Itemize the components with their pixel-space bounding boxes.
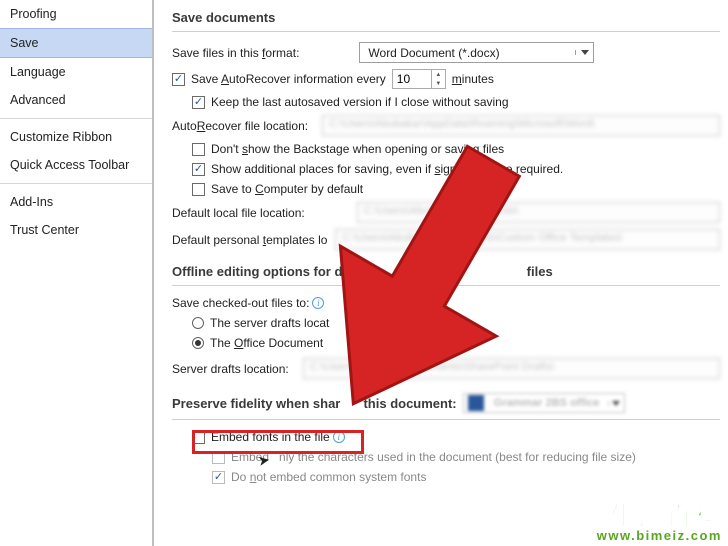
label-default-local-location: Default local file location:	[172, 206, 305, 220]
row-embed-only-used: Embed only the characters used in the do…	[212, 450, 728, 464]
row-no-common-fonts: Do not embed common system fonts	[212, 470, 728, 484]
label-save-format: Save files in this format:	[172, 46, 299, 60]
label-checked-out-to: Save checked-out files to:	[172, 296, 309, 310]
row-embed-fonts: Embed fonts in the file	[192, 430, 728, 444]
nav-item-customize-ribbon[interactable]: Customize Ribbon	[0, 123, 152, 151]
word-icon	[468, 395, 484, 411]
nav-item-label: Language	[10, 65, 66, 79]
row-save-to-computer: Save to Computer by default	[192, 182, 728, 196]
row-additional-places: Show additional places for saving, even …	[192, 162, 728, 176]
nav-item-advanced[interactable]: Advanced	[0, 86, 152, 114]
info-icon[interactable]	[333, 431, 345, 443]
nav-item-label: Save	[10, 36, 39, 50]
label-no-common-fonts: Do not embed common system fonts	[231, 470, 426, 484]
nav-item-quick-access-toolbar[interactable]: Quick Access Toolbar	[0, 151, 152, 179]
label-autorecover: Save AutoRecover information every	[191, 72, 386, 86]
row-autorecover-location: AutoRecover file location: C:\Users\Abub…	[172, 115, 728, 136]
label-embed-only-used: Embed only the characters used in the do…	[231, 450, 636, 464]
nav-separator	[0, 118, 152, 119]
nav-item-save[interactable]: Save	[0, 28, 152, 58]
row-default-local-location: Default local file location: C:\Users\Ab…	[172, 202, 728, 223]
nav-item-label: Trust Center	[10, 223, 79, 237]
row-backstage: Don't show the Backstage when opening or…	[192, 142, 728, 156]
row-server-drafts-location: Server drafts location: C:\Users\Abubaka…	[172, 358, 728, 379]
options-dialog: Proofing Save Language Advanced Customiz…	[0, 0, 728, 546]
checkbox-dont-show-backstage[interactable]	[192, 143, 205, 156]
dropdown-save-format[interactable]: Word Document (*.docx)	[359, 42, 594, 63]
label-embed-fonts: Embed fonts in the file	[211, 430, 330, 444]
input-default-local-location[interactable]: C:\Users\Abubakar\Documents\	[357, 202, 720, 223]
checkbox-embed-fonts[interactable]	[192, 431, 205, 444]
label-radio-server-drafts: The server drafts locat	[210, 316, 329, 330]
checkbox-keep-last-autosave[interactable]	[192, 96, 205, 109]
dropdown-value: Grammar 2BS office	[488, 397, 608, 409]
section-save-documents: Save documents	[172, 4, 720, 32]
nav-item-trust-center[interactable]: Trust Center	[0, 216, 152, 244]
checkbox-autorecover[interactable]	[172, 73, 185, 86]
nav-item-label: Customize Ribbon	[10, 130, 112, 144]
label-default-templates-location: Default personal templates lo	[172, 233, 327, 247]
row-save-format: Save files in this format: Word Document…	[172, 42, 728, 63]
label-additional-places: Show additional places for saving, even …	[211, 162, 563, 176]
save-options-panel: Save documents Save files in this format…	[154, 0, 728, 546]
input-autorecover-location[interactable]: C:\Users\Abubakar\AppData\Roaming\Micros…	[322, 115, 720, 136]
nav-item-label: Add-Ins	[10, 195, 53, 209]
nav-item-label: Advanced	[10, 93, 66, 107]
nav-item-label: Proofing	[10, 7, 57, 21]
section-preserve-fidelity: Preserve fidelity when sharing this docu…	[172, 387, 720, 420]
label-server-drafts-location: Server drafts location:	[172, 362, 289, 376]
label-minutes: minutes	[452, 72, 494, 86]
checkbox-embed-only-used[interactable]	[212, 451, 225, 464]
spinner-input[interactable]	[393, 70, 431, 88]
checkbox-save-to-computer[interactable]	[192, 183, 205, 196]
nav-item-proofing[interactable]: Proofing	[0, 0, 152, 28]
label-autorecover-location: AutoRecover file location:	[172, 119, 308, 133]
row-radio-office-document-cache: The Office Document	[192, 336, 728, 350]
row-keep-last: Keep the last autosaved version if I clo…	[192, 95, 728, 109]
dropdown-value: Word Document (*.docx)	[360, 46, 575, 60]
row-radio-server-drafts: The server drafts locat	[192, 316, 728, 330]
checkbox-no-common-fonts[interactable]	[212, 471, 225, 484]
nav-item-label: Quick Access Toolbar	[10, 158, 129, 172]
label-radio-office-cache: The Office Document	[210, 336, 323, 350]
label-backstage: Don't show the Backstage when opening or…	[211, 142, 504, 156]
input-server-drafts-location[interactable]: C:\Users\Abubakar\Documents\SharePoint D…	[303, 358, 720, 379]
input-default-templates-location[interactable]: C:\Users\Abubakar\Documents\Custom Offic…	[335, 229, 720, 250]
nav-item-add-ins[interactable]: Add-Ins	[0, 188, 152, 216]
spinner-autorecover-minutes[interactable]: ▲▼	[392, 69, 446, 89]
spinner-arrows[interactable]: ▲▼	[431, 70, 445, 88]
chevron-down-icon	[608, 401, 624, 406]
label-keep-last: Keep the last autosaved version if I clo…	[211, 95, 509, 109]
label-save-to-computer: Save to Computer by default	[211, 182, 363, 196]
checkbox-additional-places[interactable]	[192, 163, 205, 176]
nav-separator	[0, 183, 152, 184]
dropdown-fidelity-document[interactable]: Grammar 2BS office	[463, 393, 625, 413]
row-checked-out-to: Save checked-out files to:	[172, 296, 728, 310]
info-icon[interactable]	[312, 297, 324, 309]
row-default-templates-location: Default personal templates lo C:\Users\A…	[172, 229, 728, 250]
radio-office-document-cache[interactable]	[192, 337, 204, 349]
section-offline-editing: Offline editing options for document man…	[172, 258, 720, 286]
nav-item-language[interactable]: Language	[0, 58, 152, 86]
radio-server-drafts[interactable]	[192, 317, 204, 329]
options-nav: Proofing Save Language Advanced Customiz…	[0, 0, 154, 546]
chevron-down-icon	[575, 50, 593, 55]
row-autorecover: Save AutoRecover information every ▲▼ mi…	[172, 69, 728, 89]
